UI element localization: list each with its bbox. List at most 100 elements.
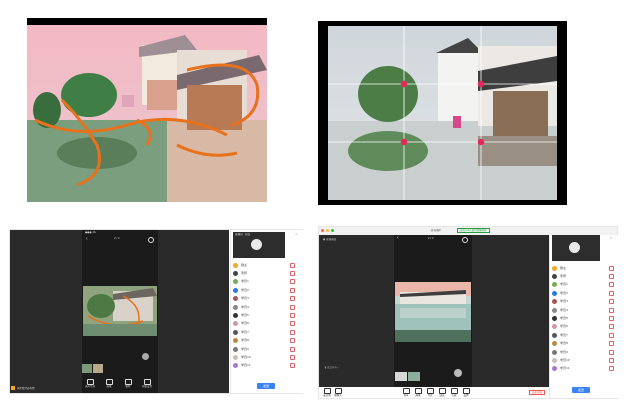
tool-members[interactable]: 成员 bbox=[437, 388, 447, 397]
mic-icon[interactable] bbox=[290, 296, 295, 302]
mic-icon[interactable] bbox=[609, 273, 614, 279]
member-row[interactable]: 学员9 bbox=[233, 346, 297, 352]
mic-icon[interactable] bbox=[290, 270, 295, 276]
thumbnail-2[interactable] bbox=[93, 364, 103, 373]
member-row[interactable]: 学员6 bbox=[233, 321, 297, 327]
member-row[interactable]: 学员11 bbox=[233, 363, 297, 369]
member-row[interactable]: 学员5 bbox=[233, 312, 297, 318]
livestream-window-left: ●●● 4G ‹ 2 / 2 无声音效 画笔 删除 画板设置 天生我才必有用 直… bbox=[9, 229, 303, 394]
thumbnail-1[interactable] bbox=[395, 372, 407, 381]
member-row[interactable]: 学员10 bbox=[552, 357, 616, 363]
shared-photo bbox=[395, 282, 471, 342]
mic-icon[interactable] bbox=[609, 315, 614, 321]
member-avatar bbox=[233, 270, 238, 276]
member-row[interactable]: 群主 bbox=[233, 262, 297, 268]
tool-pen[interactable]: 画笔 bbox=[104, 379, 114, 388]
member-avatar bbox=[552, 282, 557, 288]
window-close-dot[interactable] bbox=[321, 229, 324, 232]
tool-pen[interactable]: 画笔 bbox=[413, 388, 423, 397]
info-icon[interactable] bbox=[462, 237, 468, 243]
mic-icon[interactable] bbox=[290, 312, 295, 318]
window-max-dot[interactable] bbox=[331, 229, 334, 232]
village-painting bbox=[27, 18, 267, 202]
back-icon[interactable]: ‹ bbox=[86, 237, 88, 242]
close-icon[interactable]: × bbox=[610, 236, 612, 240]
send-button[interactable]: 发送 bbox=[257, 383, 275, 389]
mic-icon[interactable] bbox=[290, 346, 295, 352]
mic-icon[interactable] bbox=[290, 262, 295, 268]
mic-icon[interactable] bbox=[609, 366, 614, 372]
member-row[interactable]: 学员9 bbox=[552, 349, 616, 355]
member-row[interactable]: 学员4 bbox=[233, 304, 297, 310]
info-icon[interactable] bbox=[148, 237, 154, 243]
mic-icon[interactable] bbox=[290, 338, 295, 344]
tool-delete[interactable]: 删除 bbox=[123, 379, 133, 388]
member-row[interactable]: 学员7 bbox=[552, 332, 616, 338]
member-row[interactable]: 学员1 bbox=[233, 279, 297, 285]
tool-whiteboard[interactable]: 白板 bbox=[449, 388, 459, 397]
stage-chat-input[interactable]: ▮ 说点什么… bbox=[325, 366, 340, 369]
mic-icon[interactable] bbox=[609, 349, 614, 355]
mic-icon[interactable] bbox=[609, 332, 614, 338]
pointer-dot[interactable] bbox=[142, 353, 149, 360]
member-row[interactable]: 学员5 bbox=[552, 315, 616, 321]
member-row[interactable]: 学员3 bbox=[552, 299, 616, 305]
member-row[interactable]: 学员10 bbox=[233, 354, 297, 360]
tool-camera[interactable]: 摄像头 bbox=[333, 388, 343, 397]
thumbnail-1[interactable] bbox=[82, 364, 92, 373]
member-row[interactable]: 学员8 bbox=[233, 338, 297, 344]
mic-icon[interactable] bbox=[609, 324, 614, 330]
mic-icon[interactable] bbox=[290, 304, 295, 310]
member-name: 学员1 bbox=[241, 279, 249, 284]
mic-icon[interactable] bbox=[290, 329, 295, 335]
member-row[interactable]: 学员7 bbox=[233, 329, 297, 335]
tool-settings[interactable]: 画板设置 bbox=[142, 379, 152, 388]
send-button[interactable]: 发送 bbox=[572, 387, 590, 393]
member-row[interactable]: 学员1 bbox=[552, 282, 616, 288]
mic-icon[interactable] bbox=[290, 287, 295, 293]
member-name: 学员6 bbox=[560, 324, 568, 329]
mic-icon[interactable] bbox=[609, 307, 614, 313]
shared-photo bbox=[83, 286, 157, 336]
pointer-dot[interactable] bbox=[454, 369, 462, 377]
mic-icon[interactable] bbox=[609, 299, 614, 305]
back-icon[interactable]: ‹ bbox=[397, 236, 399, 241]
member-row[interactable]: 学员6 bbox=[552, 324, 616, 330]
tool-comment[interactable]: 评论 bbox=[425, 388, 435, 397]
mic-icon[interactable] bbox=[609, 341, 614, 347]
tool-settings[interactable]: 设置 bbox=[461, 388, 471, 397]
member-row[interactable]: 学员4 bbox=[552, 307, 616, 313]
mic-icon[interactable] bbox=[609, 282, 614, 288]
mic-icon[interactable] bbox=[609, 357, 614, 363]
thumbnail-2[interactable] bbox=[408, 372, 420, 381]
member-row[interactable]: 群主 bbox=[552, 265, 616, 271]
presenter-header: 直播间 · 在线 bbox=[235, 233, 250, 236]
window-min-dot[interactable] bbox=[326, 229, 329, 232]
member-name: 群主 bbox=[241, 262, 248, 267]
member-name: 学员4 bbox=[560, 307, 568, 312]
tool-sound[interactable]: 无声音效 bbox=[85, 379, 95, 388]
mic-icon[interactable] bbox=[290, 279, 295, 285]
member-row[interactable]: 学员3 bbox=[233, 296, 297, 302]
streamer-avatar bbox=[11, 386, 15, 390]
member-avatar bbox=[552, 349, 557, 355]
tool-mic[interactable]: 麦克风 bbox=[322, 388, 332, 397]
end-live-button[interactable]: 结束直播 bbox=[529, 390, 546, 395]
member-row[interactable]: 老师 bbox=[552, 273, 616, 279]
streamer-tag: 天生我才必有用 bbox=[11, 386, 35, 390]
member-row[interactable]: 学员2 bbox=[552, 290, 616, 296]
close-icon[interactable]: × bbox=[295, 232, 297, 236]
mic-icon[interactable] bbox=[290, 321, 295, 327]
tool-share[interactable]: 共享 bbox=[401, 388, 411, 397]
member-name: 老师 bbox=[560, 273, 567, 278]
member-row[interactable]: 学员8 bbox=[552, 341, 616, 347]
member-row[interactable]: 学员11 bbox=[552, 366, 616, 372]
mic-icon[interactable] bbox=[609, 290, 614, 296]
member-name: 学员8 bbox=[560, 341, 568, 346]
mic-icon[interactable] bbox=[290, 354, 295, 360]
mic-icon[interactable] bbox=[609, 265, 614, 271]
member-row[interactable]: 学员2 bbox=[233, 287, 297, 293]
member-row[interactable]: 老师 bbox=[233, 270, 297, 276]
mic-icon[interactable] bbox=[290, 363, 295, 369]
member-avatar bbox=[233, 296, 238, 302]
